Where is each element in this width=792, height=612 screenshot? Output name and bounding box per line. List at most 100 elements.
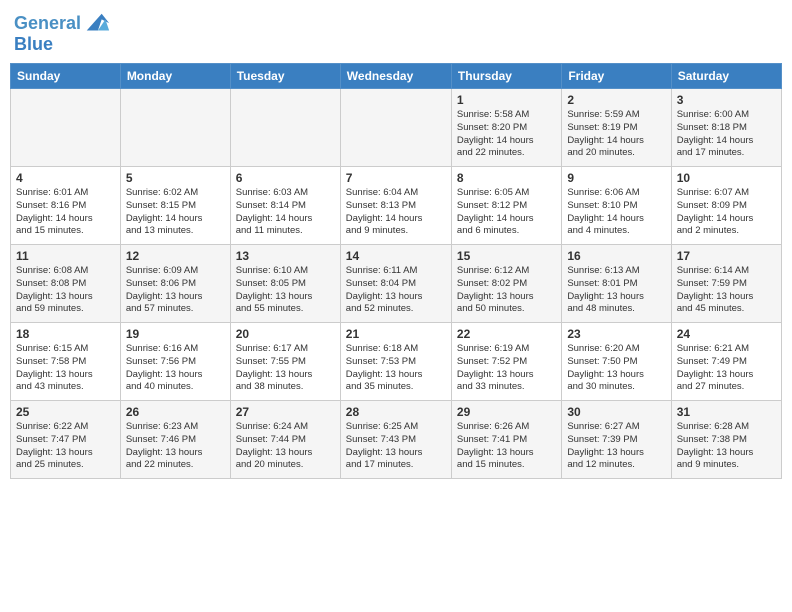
day-info: Sunrise: 6:04 AM Sunset: 8:13 PM Dayligh… [346,187,446,238]
day-info: Sunrise: 6:21 AM Sunset: 7:49 PM Dayligh… [677,343,776,394]
day-number: 16 [567,249,665,263]
day-number: 13 [236,249,335,263]
day-number: 3 [677,93,776,107]
day-number: 7 [346,171,446,185]
day-info: Sunrise: 6:27 AM Sunset: 7:39 PM Dayligh… [567,421,665,472]
day-info: Sunrise: 5:58 AM Sunset: 8:20 PM Dayligh… [457,109,556,160]
calendar-cell: 30 Sunrise: 6:27 AM Sunset: 7:39 PM Dayli… [562,401,671,479]
calendar-cell: 25 Sunrise: 6:22 AM Sunset: 7:47 PM Dayli… [11,401,121,479]
logo-icon [83,10,111,38]
day-info: Sunrise: 6:28 AM Sunset: 7:38 PM Dayligh… [677,421,776,472]
day-header-saturday: Saturday [671,64,781,89]
day-info: Sunrise: 5:59 AM Sunset: 8:19 PM Dayligh… [567,109,665,160]
day-number: 20 [236,327,335,341]
day-number: 15 [457,249,556,263]
day-number: 22 [457,327,556,341]
day-info: Sunrise: 6:16 AM Sunset: 7:56 PM Dayligh… [126,343,225,394]
calendar-cell: 15 Sunrise: 6:12 AM Sunset: 8:02 PM Dayli… [451,245,561,323]
calendar-cell: 10 Sunrise: 6:07 AM Sunset: 8:09 PM Dayli… [671,167,781,245]
calendar-cell: 5Sunrise: 6:02 AM Sunset: 8:15 PM Daylig… [120,167,230,245]
day-number: 28 [346,405,446,419]
calendar-cell: 26 Sunrise: 6:23 AM Sunset: 7:46 PM Dayli… [120,401,230,479]
day-info: Sunrise: 6:19 AM Sunset: 7:52 PM Dayligh… [457,343,556,394]
calendar-week-1: 1 Sunrise: 5:58 AM Sunset: 8:20 PM Daylig… [11,89,782,167]
day-number: 29 [457,405,556,419]
calendar-cell: 12Sunrise: 6:09 AM Sunset: 8:06 PM Dayli… [120,245,230,323]
day-number: 2 [567,93,665,107]
day-header-friday: Friday [562,64,671,89]
day-info: Sunrise: 6:11 AM Sunset: 8:04 PM Dayligh… [346,265,446,316]
calendar-cell: 4 Sunrise: 6:01 AM Sunset: 8:16 PM Daylig… [11,167,121,245]
day-info: Sunrise: 6:17 AM Sunset: 7:55 PM Dayligh… [236,343,335,394]
calendar-cell: 9 Sunrise: 6:06 AM Sunset: 8:10 PM Daylig… [562,167,671,245]
calendar-cell: 18Sunrise: 6:15 AM Sunset: 7:58 PM Dayli… [11,323,121,401]
calendar-cell: 29 Sunrise: 6:26 AM Sunset: 7:41 PM Dayli… [451,401,561,479]
day-info: Sunrise: 6:02 AM Sunset: 8:15 PM Dayligh… [126,187,225,238]
calendar-cell [120,89,230,167]
day-number: 19 [126,327,225,341]
calendar-cell: 28 Sunrise: 6:25 AM Sunset: 7:43 PM Dayli… [340,401,451,479]
calendar-cell: 6Sunrise: 6:03 AM Sunset: 8:14 PM Daylig… [230,167,340,245]
calendar-cell: 1 Sunrise: 5:58 AM Sunset: 8:20 PM Daylig… [451,89,561,167]
day-info: Sunrise: 6:01 AM Sunset: 8:16 PM Dayligh… [16,187,115,238]
day-number: 23 [567,327,665,341]
day-number: 1 [457,93,556,107]
day-header-thursday: Thursday [451,64,561,89]
day-info: Sunrise: 6:14 AM Sunset: 7:59 PM Dayligh… [677,265,776,316]
calendar-week-2: 4 Sunrise: 6:01 AM Sunset: 8:16 PM Daylig… [11,167,782,245]
day-number: 21 [346,327,446,341]
day-number: 17 [677,249,776,263]
calendar-table: SundayMondayTuesdayWednesdayThursdayFrid… [10,63,782,479]
day-info: Sunrise: 6:12 AM Sunset: 8:02 PM Dayligh… [457,265,556,316]
calendar-cell: 17 Sunrise: 6:14 AM Sunset: 7:59 PM Dayli… [671,245,781,323]
calendar-cell [230,89,340,167]
day-number: 8 [457,171,556,185]
day-number: 27 [236,405,335,419]
day-number: 4 [16,171,115,185]
calendar-cell [340,89,451,167]
day-number: 18 [16,327,115,341]
day-info: Sunrise: 6:23 AM Sunset: 7:46 PM Dayligh… [126,421,225,472]
day-info: Sunrise: 6:26 AM Sunset: 7:41 PM Dayligh… [457,421,556,472]
calendar-cell: 24 Sunrise: 6:21 AM Sunset: 7:49 PM Dayli… [671,323,781,401]
logo: General Blue [14,10,111,55]
day-info: Sunrise: 6:10 AM Sunset: 8:05 PM Dayligh… [236,265,335,316]
day-number: 11 [16,249,115,263]
day-info: Sunrise: 6:09 AM Sunset: 8:06 PM Dayligh… [126,265,225,316]
day-number: 25 [16,405,115,419]
page-header: General Blue [10,10,782,55]
day-info: Sunrise: 6:08 AM Sunset: 8:08 PM Dayligh… [16,265,115,316]
day-header-sunday: Sunday [11,64,121,89]
day-number: 24 [677,327,776,341]
calendar-cell: 16Sunrise: 6:13 AM Sunset: 8:01 PM Dayli… [562,245,671,323]
day-header-wednesday: Wednesday [340,64,451,89]
calendar-cell: 7 Sunrise: 6:04 AM Sunset: 8:13 PM Daylig… [340,167,451,245]
calendar-cell: 23Sunrise: 6:20 AM Sunset: 7:50 PM Dayli… [562,323,671,401]
calendar-cell: 22 Sunrise: 6:19 AM Sunset: 7:52 PM Dayli… [451,323,561,401]
calendar-week-4: 18Sunrise: 6:15 AM Sunset: 7:58 PM Dayli… [11,323,782,401]
day-info: Sunrise: 6:03 AM Sunset: 8:14 PM Dayligh… [236,187,335,238]
day-info: Sunrise: 6:24 AM Sunset: 7:44 PM Dayligh… [236,421,335,472]
calendar-cell: 14 Sunrise: 6:11 AM Sunset: 8:04 PM Dayli… [340,245,451,323]
calendar-cell: 19 Sunrise: 6:16 AM Sunset: 7:56 PM Dayli… [120,323,230,401]
calendar-cell: 20 Sunrise: 6:17 AM Sunset: 7:55 PM Dayli… [230,323,340,401]
calendar-cell: 13 Sunrise: 6:10 AM Sunset: 8:05 PM Dayli… [230,245,340,323]
calendar-body: 1 Sunrise: 5:58 AM Sunset: 8:20 PM Daylig… [11,89,782,479]
calendar-cell: 31Sunrise: 6:28 AM Sunset: 7:38 PM Dayli… [671,401,781,479]
day-info: Sunrise: 6:25 AM Sunset: 7:43 PM Dayligh… [346,421,446,472]
day-number: 9 [567,171,665,185]
day-number: 10 [677,171,776,185]
logo-text: General [14,14,81,34]
day-number: 30 [567,405,665,419]
calendar-cell: 27 Sunrise: 6:24 AM Sunset: 7:44 PM Dayli… [230,401,340,479]
day-info: Sunrise: 6:07 AM Sunset: 8:09 PM Dayligh… [677,187,776,238]
day-info: Sunrise: 6:06 AM Sunset: 8:10 PM Dayligh… [567,187,665,238]
calendar-cell: 21 Sunrise: 6:18 AM Sunset: 7:53 PM Dayli… [340,323,451,401]
calendar-week-5: 25 Sunrise: 6:22 AM Sunset: 7:47 PM Dayli… [11,401,782,479]
day-info: Sunrise: 6:22 AM Sunset: 7:47 PM Dayligh… [16,421,115,472]
day-number: 14 [346,249,446,263]
day-number: 26 [126,405,225,419]
calendar-header-row: SundayMondayTuesdayWednesdayThursdayFrid… [11,64,782,89]
day-info: Sunrise: 6:18 AM Sunset: 7:53 PM Dayligh… [346,343,446,394]
calendar-cell: 8Sunrise: 6:05 AM Sunset: 8:12 PM Daylig… [451,167,561,245]
